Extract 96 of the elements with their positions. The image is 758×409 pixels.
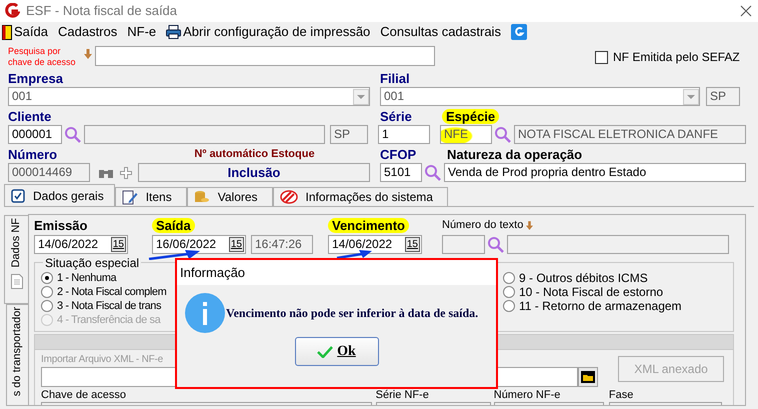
menu-item[interactable]: NF-e	[127, 22, 156, 42]
field-label: Nº automático Estoque	[193, 147, 316, 162]
date-field[interactable]: 14/06/2022 15	[34, 235, 128, 254]
date-field[interactable]: 16/06/2022 15	[152, 235, 246, 254]
menu-item[interactable]: Abrir configuração de impressão	[166, 22, 370, 42]
window-title: ESF - Nota fiscal de saída	[26, 2, 178, 20]
field-label: Vencimento	[328, 218, 409, 233]
field-label: Número NF-e	[494, 389, 562, 401]
folder-button[interactable]	[578, 367, 598, 387]
radio-option[interactable]: 1 - Nenhuma	[41, 271, 116, 285]
field-label: Série NF-e	[376, 389, 430, 401]
input-field[interactable]: 1	[378, 125, 430, 144]
input-field[interactable]: SP	[706, 87, 740, 106]
dropdown[interactable]: 001	[8, 87, 370, 106]
input-field[interactable]	[507, 235, 729, 254]
arrow-icon	[336, 250, 372, 259]
calendar-icon[interactable]: 15	[404, 237, 420, 252]
field-label: Saída	[152, 218, 195, 233]
radio-option[interactable]: 11 - Retorno de armazenagem	[503, 299, 682, 313]
arrow-down-icon	[526, 220, 534, 230]
input-field[interactable]: NOTA FISCAL ELETRONICA DANFE	[514, 125, 746, 144]
menu-item[interactable]: Cadastros	[58, 22, 118, 42]
search-icon	[64, 126, 82, 144]
date-field[interactable]: 14/06/2022 15	[328, 235, 422, 254]
tab[interactable]: Informações do sistema	[272, 187, 448, 206]
side-tab[interactable]: Dados NF	[4, 215, 28, 304]
dropdown[interactable]: 001	[380, 87, 700, 106]
field-label: Importar Arquivo XML - NF-e	[41, 354, 164, 366]
search-icon	[424, 164, 442, 182]
field-label: Cliente	[8, 109, 52, 124]
tab[interactable]: Itens	[114, 187, 187, 206]
tab[interactable]: Dados gerais	[4, 184, 115, 206]
field-label: Empresa	[8, 71, 64, 86]
input-field[interactable]: NFE	[440, 125, 492, 144]
radio-button[interactable]	[503, 300, 515, 312]
field-label: Fase	[608, 389, 634, 401]
door-icon	[2, 24, 12, 40]
field-label: Chave de acesso	[41, 389, 127, 401]
checkbox[interactable]	[595, 50, 608, 64]
field-label: Espécie	[442, 109, 500, 124]
input-field[interactable]	[84, 125, 325, 144]
check-icon	[317, 346, 334, 358]
calendar-icon[interactable]: 15	[110, 237, 126, 252]
calendar-icon[interactable]: 15	[228, 237, 244, 252]
radio-button[interactable]	[503, 286, 515, 298]
printer-icon	[166, 25, 182, 39]
menu-item[interactable]: Saída	[2, 22, 48, 42]
pencil-document-icon	[122, 189, 138, 205]
field-label: Número	[8, 147, 58, 162]
app-logo-icon	[4, 3, 20, 19]
field-label: Pesquisa por chave de acesso	[8, 46, 77, 68]
radio-button[interactable]	[41, 272, 53, 284]
ok-button[interactable]: Ok	[294, 337, 378, 366]
radio-option[interactable]: 9 - Outros débitos ICMS	[503, 271, 648, 285]
input-field[interactable]	[442, 235, 485, 254]
input-field[interactable]: 5101	[380, 163, 422, 182]
field-label: Série	[380, 109, 413, 124]
input-field[interactable]: Venda de Prod propria dentro Estado	[444, 163, 746, 182]
caret-icon	[683, 88, 699, 104]
info-icon	[185, 293, 225, 333]
arrow-down-icon	[84, 49, 92, 60]
dialog-message: Vencimento não pode ser inferior à data de saída.	[226, 305, 478, 322]
radio-button[interactable]	[41, 300, 53, 312]
input-field[interactable]: 000001	[8, 125, 62, 144]
folder-icon	[581, 371, 595, 383]
striped-circle-icon	[280, 190, 298, 204]
tab[interactable]: Valores	[186, 187, 273, 206]
plus-icon	[120, 166, 132, 178]
radio-button[interactable]	[503, 272, 515, 284]
radio-option: 4 - Transferência de sa	[41, 313, 160, 327]
checkbox-icon	[11, 188, 25, 202]
field-label: Natureza da operação	[447, 147, 582, 162]
search-field[interactable]	[95, 46, 435, 66]
field-label: Filial	[380, 71, 410, 86]
document-icon	[10, 274, 22, 289]
checkbox-label: NF Emitida pelo SEFAZ	[613, 49, 740, 66]
close-icon	[740, 5, 752, 17]
field-label: CFOP	[380, 147, 418, 162]
radio-option[interactable]: 10 - Nota Fiscal de estorno	[503, 285, 664, 299]
search-icon	[494, 126, 512, 144]
caret-icon	[353, 88, 369, 104]
dialog-title: Informação	[177, 260, 496, 285]
g-logo-icon	[510, 24, 527, 40]
input-field[interactable]: 000014469	[8, 163, 90, 182]
field-label: Número do texto	[442, 218, 524, 234]
radio-option[interactable]: 2 - Nota Fiscal complem	[41, 285, 166, 299]
radio-button[interactable]	[41, 286, 53, 298]
arrow-icon	[148, 250, 200, 260]
radio-option[interactable]: 3 - Nota Fiscal de trans	[41, 299, 162, 313]
input-field[interactable]: SP	[330, 125, 368, 144]
coins-icon	[194, 189, 210, 205]
menu-item[interactable]: Consultas cadastrais	[380, 22, 501, 42]
search-icon	[487, 236, 505, 254]
time-field[interactable]: 16:47:26	[251, 235, 313, 254]
field-label: Emissão	[34, 218, 88, 233]
status-field: Inclusão	[138, 163, 370, 182]
